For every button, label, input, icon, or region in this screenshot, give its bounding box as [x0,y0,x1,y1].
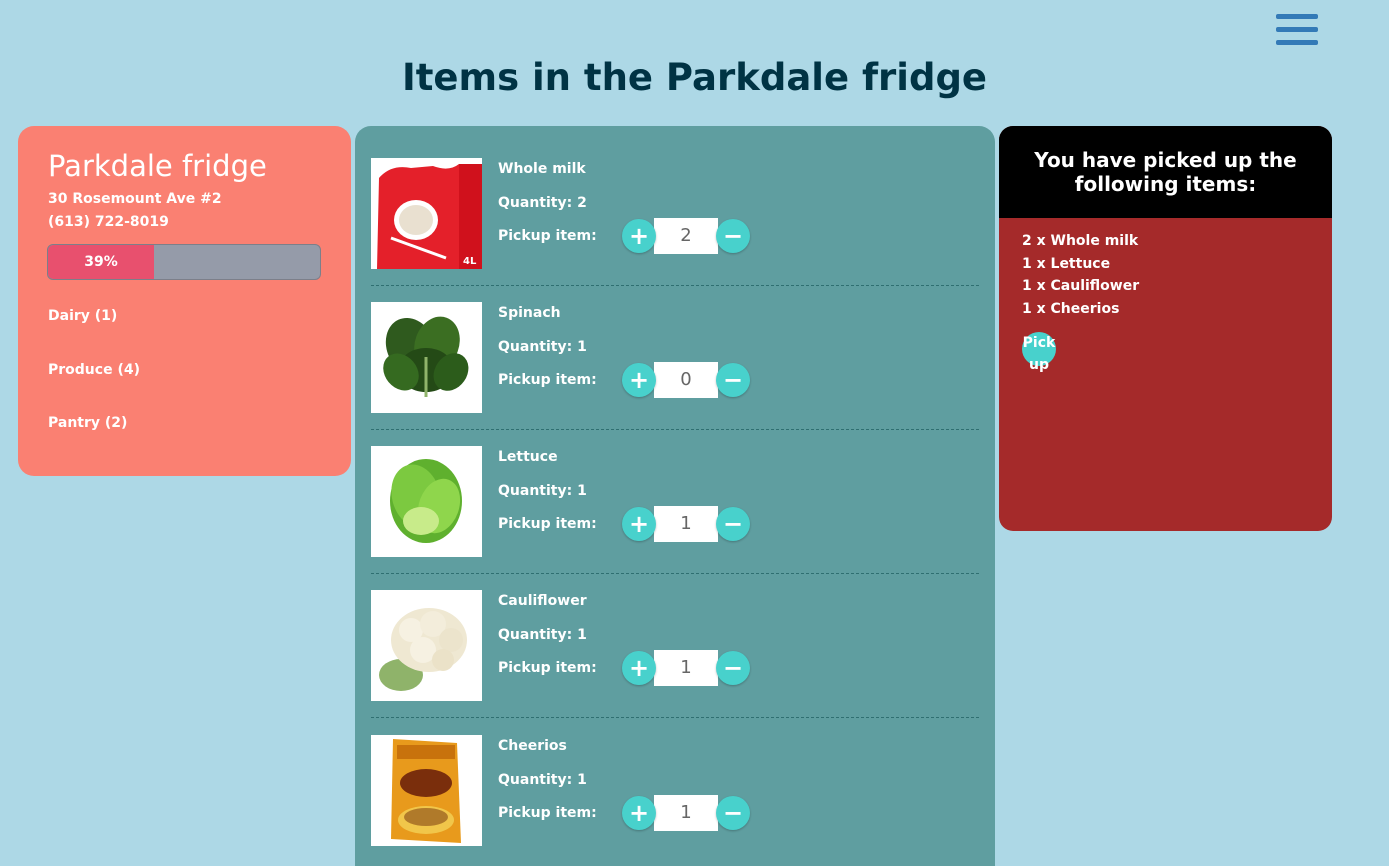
decrement-button[interactable]: − [716,219,750,253]
pickup-quantity-input[interactable]: 1 [654,506,718,542]
pickup-quantity-input[interactable]: 1 [654,795,718,831]
increment-button[interactable]: + [622,651,656,685]
pickup-item-label: Pickup item: [498,805,597,821]
quantity-stepper: + 1 − [622,506,750,542]
increment-button[interactable]: + [622,507,656,541]
svg-text:4L: 4L [463,256,477,267]
hamburger-icon-bar [1276,40,1318,45]
pickup-item-label: Pickup item: [498,660,597,676]
minus-icon: − [722,510,744,538]
picked-item: 1 x Cauliflower [1022,278,1140,294]
pickup-quantity-input[interactable]: 2 [654,218,718,254]
increment-button[interactable]: + [622,219,656,253]
category-item-produce[interactable]: Produce (4) [48,360,321,414]
picked-items-header: You have picked up the following items: [999,126,1332,218]
spinach-image [371,302,482,413]
item-row-whole-milk: 3.25% Milk 4L Whole milk Quantity: 2 Pic… [371,126,979,286]
category-item-dairy[interactable]: Dairy (1) [48,306,321,360]
plus-icon: + [628,510,650,538]
fridge-address: 30 Rosemount Ave #2 [48,191,222,207]
pickup-item-label: Pickup item: [498,372,597,388]
cauliflower-image [371,590,482,701]
pickup-quantity-input[interactable]: 0 [654,362,718,398]
pickup-item-label: Pickup item: [498,516,597,532]
hamburger-icon-bar [1276,14,1318,19]
item-quantity: Quantity: 1 [498,627,587,643]
item-name: Cauliflower [498,593,587,609]
picked-item: 2 x Whole milk [1022,233,1139,249]
quantity-stepper: + 1 − [622,795,750,831]
item-row-cauliflower: Cauliflower Quantity: 1 Pickup item: + 1… [371,574,979,718]
minus-icon: − [722,222,744,250]
fridge-phone: (613) 722-8019 [48,214,169,230]
pickup-quantity-input[interactable]: 1 [654,650,718,686]
hamburger-icon-bar [1276,27,1318,32]
item-quantity: Quantity: 1 [498,772,587,788]
decrement-button[interactable]: − [716,363,750,397]
capacity-progress-bar: 39% [47,244,321,280]
plus-icon: + [628,222,650,250]
page-title: Items in the Parkdale fridge [401,56,988,99]
minus-icon: − [722,366,744,394]
item-name: Whole milk [498,161,586,177]
cheerios-box-image [371,735,482,846]
fridge-name: Parkdale fridge [48,149,267,183]
picked-item: 1 x Lettuce [1022,255,1111,272]
quantity-stepper: + 0 − [622,362,750,398]
picked-items-card: You have picked up the following items: … [999,126,1332,531]
plus-icon: + [628,799,650,827]
decrement-button[interactable]: − [716,507,750,541]
item-quantity: Quantity: 1 [498,339,587,355]
menu-button[interactable] [1276,14,1318,50]
quantity-stepper: + 2 − [622,218,750,254]
minus-icon: − [722,799,744,827]
picked-item: 1 x Cheerios [1022,300,1120,317]
pickup-item-label: Pickup item: [498,228,597,244]
item-quantity: Quantity: 2 [498,195,587,211]
increment-button[interactable]: + [622,796,656,830]
picked-items-list: 2 x Whole milk 1 x Lettuce 1 x Cauliflow… [999,218,1332,373]
item-name: Spinach [498,305,561,321]
items-panel: 3.25% Milk 4L Whole milk Quantity: 2 Pic… [355,126,995,866]
plus-icon: + [628,654,650,682]
category-item-pantry[interactable]: Pantry (2) [48,413,321,467]
item-name: Cheerios [498,738,567,754]
pick-up-button[interactable]: Pick up [1022,332,1056,373]
capacity-progress-fill: 39% [48,245,155,279]
item-row-lettuce: Lettuce Quantity: 1 Pickup item: + 1 − [371,430,979,574]
decrement-button[interactable]: − [716,796,750,830]
item-row-spinach: Spinach Quantity: 1 Pickup item: + 0 − [371,286,979,430]
item-name: Lettuce [498,449,558,465]
fridge-info-card: Parkdale fridge 30 Rosemount Ave #2 (613… [18,126,351,476]
minus-icon: − [722,654,744,682]
plus-icon: + [628,366,650,394]
decrement-button[interactable]: − [716,651,750,685]
item-row-cheerios: Cheerios Quantity: 1 Pickup item: + 1 − [371,718,979,862]
increment-button[interactable]: + [622,363,656,397]
category-list: Dairy (1) Produce (4) Pantry (2) [48,306,321,467]
lettuce-image [371,446,482,557]
milk-bag-image: 3.25% Milk 4L [371,158,482,269]
quantity-stepper: + 1 − [622,650,750,686]
item-quantity: Quantity: 1 [498,483,587,499]
